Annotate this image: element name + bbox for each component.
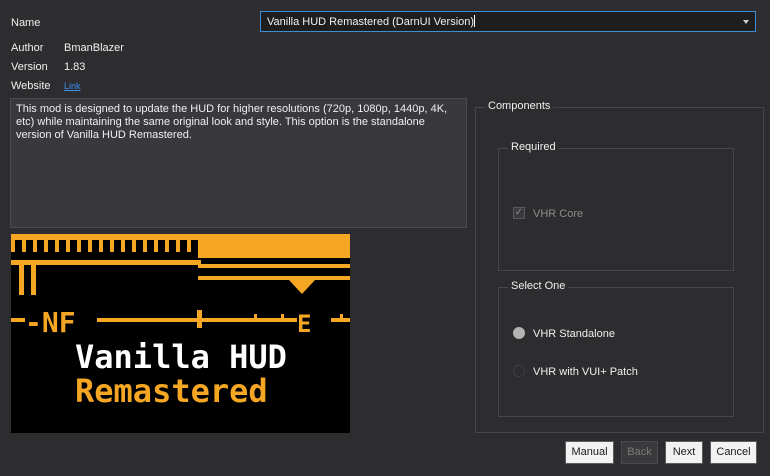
text-cursor [474,15,476,27]
back-button[interactable]: Back [621,441,658,464]
vhr-vui-patch-radio[interactable] [513,365,525,377]
banner-title-line1: Vanilla HUD [75,338,287,376]
vhr-standalone-label[interactable]: VHR Standalone [533,328,615,340]
website-label: Website [11,80,51,92]
vhr-vui-patch-label[interactable]: VHR with VUI+ Patch [533,366,638,378]
vhr-core-label: VHR Core [533,208,584,220]
banner-title-line2: Remastered [75,372,268,410]
cancel-button[interactable]: Cancel [710,441,757,464]
banner-compass-left: -NF [25,306,76,339]
select-one-title: Select One [508,280,569,292]
author-label: Author [11,42,44,54]
required-title: Required [508,141,559,153]
website-link[interactable]: Link [64,81,81,91]
name-select-value: Vanilla HUD Remastered (DarnUI Version) [267,16,475,28]
description-box[interactable]: This mod is designed to update the HUD f… [10,98,467,228]
version-label: Version [11,61,48,73]
chevron-down-icon[interactable] [743,20,749,24]
components-title: Components [485,100,554,112]
manual-button[interactable]: Manual [565,441,614,464]
name-label: Name [11,17,41,29]
name-select[interactable]: Vanilla HUD Remastered (DarnUI Version) [260,11,756,32]
banner-art: -NF E Vanilla HUD Remastered [11,234,350,433]
vhr-standalone-radio[interactable] [513,327,525,339]
version-value: 1.83 [64,61,86,73]
mod-preview-image: -NF E Vanilla HUD Remastered [11,234,350,433]
vhr-core-checkbox[interactable]: ✓ [513,207,525,219]
select-one-group: Select One [498,280,734,417]
banner-compass-mark: E [297,310,311,338]
next-button[interactable]: Next [665,441,703,464]
author-value: BmanBlazer [64,42,124,54]
